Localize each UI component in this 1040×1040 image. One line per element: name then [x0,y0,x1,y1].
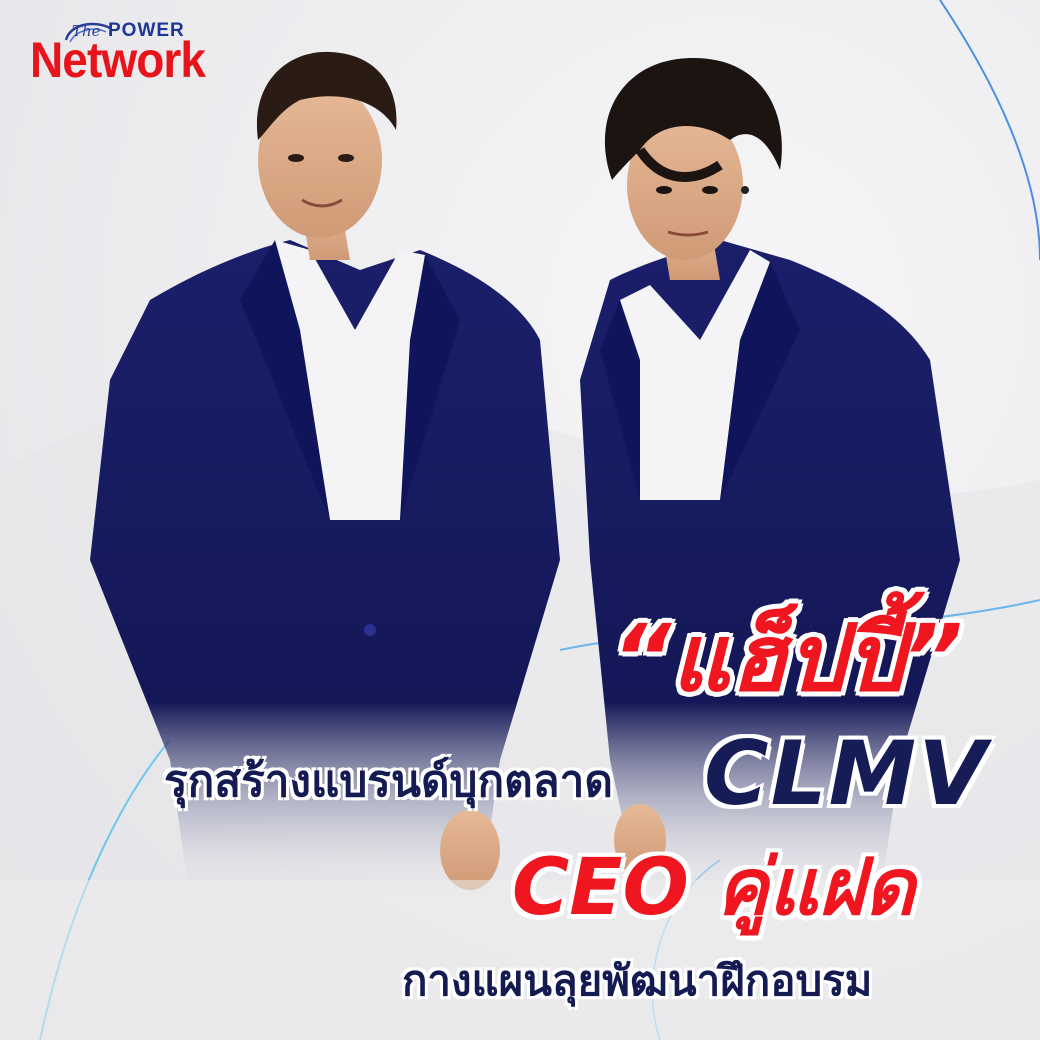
headline-ceo-twins: CEO คู่แฝด [512,843,915,933]
headline-subtitle-2: กางแผนลุยพัฒนาฝึกอบรม [402,956,873,1005]
poster-canvas: The POWER Network “แฮ็ปปี้” รุกสร้างแบรน… [0,0,1040,1040]
headline-subtitle-1: รุกสร้างแบรนด์บุกตลาด [164,756,613,807]
headline-clmv: CLMV [704,722,989,825]
headline-title: “แฮ็ปปี้” [612,605,963,712]
